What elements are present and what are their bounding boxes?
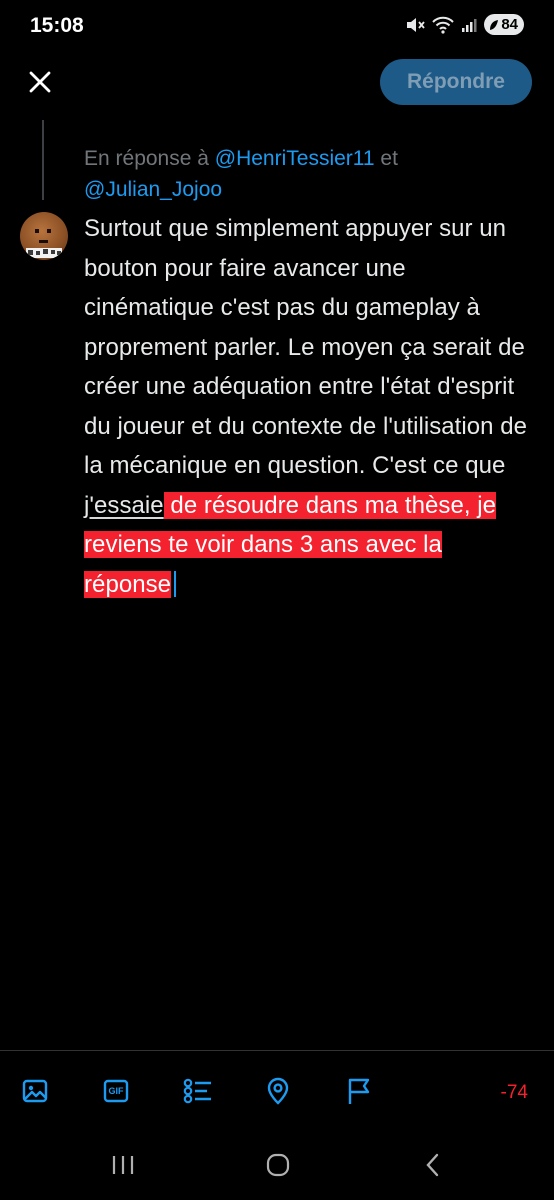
flag-icon <box>348 1078 370 1104</box>
avatar-face-icon <box>26 229 62 258</box>
reply-context: En réponse à @HenriTessier11 et @Julian_… <box>84 143 524 205</box>
reply-context-conjunction: et <box>374 147 398 170</box>
status-bar: 15:08 84 <box>0 0 554 52</box>
close-icon <box>29 71 51 93</box>
system-navigation-bar <box>0 1140 554 1190</box>
add-location-button[interactable] <box>261 1074 295 1108</box>
compose-text-body: Surtout que simplement appuyer sur un bo… <box>84 215 528 479</box>
mute-icon <box>405 16 426 34</box>
status-time: 15:08 <box>30 14 84 37</box>
compose-toolbar: GIF -74 <box>0 1070 554 1114</box>
character-counter: -74 <box>500 1082 528 1103</box>
add-image-button[interactable] <box>18 1074 52 1108</box>
add-gif-button[interactable]: GIF <box>99 1074 133 1108</box>
toolbar-divider <box>0 1050 554 1051</box>
close-button[interactable] <box>22 64 58 100</box>
home-icon <box>266 1153 290 1177</box>
spellcheck-word[interactable]: j'essaie <box>84 492 164 519</box>
add-poll-button[interactable] <box>180 1074 214 1108</box>
back-icon <box>426 1153 439 1177</box>
thread-connector-line <box>42 120 44 200</box>
text-cursor <box>174 570 177 597</box>
status-icons: 84 <box>405 14 524 35</box>
battery-level: 84 <box>501 16 518 33</box>
reply-context-prefix: En réponse à <box>84 147 215 170</box>
reply-button[interactable]: Répondre <box>380 59 532 105</box>
image-icon <box>22 1079 48 1103</box>
recent-apps-button[interactable] <box>103 1150 143 1180</box>
wifi-icon <box>432 16 455 34</box>
home-button[interactable] <box>258 1150 298 1180</box>
poll-icon <box>183 1078 211 1104</box>
recent-apps-icon <box>112 1156 134 1174</box>
back-button[interactable] <box>413 1150 453 1180</box>
avatar[interactable] <box>20 212 68 260</box>
mention-link-1[interactable]: @HenriTessier11 <box>215 147 375 170</box>
mention-link-2[interactable]: @Julian_Jojoo <box>84 178 222 201</box>
signal-icon <box>461 17 477 33</box>
gif-label: GIF <box>108 1086 124 1096</box>
add-flag-button[interactable] <box>342 1074 376 1108</box>
compose-header: Répondre <box>0 56 554 108</box>
location-icon <box>267 1077 289 1105</box>
compose-textarea[interactable]: Surtout que simplement appuyer sur un bo… <box>84 209 534 604</box>
battery-icon: 84 <box>484 14 524 35</box>
